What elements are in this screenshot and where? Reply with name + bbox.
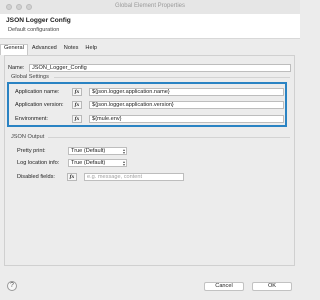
name-field[interactable]: JSON_Logger_Config (29, 64, 291, 72)
log-location-value: True (Default) (71, 160, 106, 166)
config-subtitle: Default configuration (8, 27, 60, 33)
config-title: JSON Logger Config (6, 17, 71, 24)
disabled-fields-label: Disabled fields: (17, 174, 55, 180)
dialog-header: JSON Logger Config Default configuration (0, 14, 300, 39)
log-location-label: Log location info: (17, 160, 60, 166)
application-name-label: Application name: (15, 89, 60, 95)
fx-icon[interactable]: fx (72, 101, 82, 109)
tab-help[interactable]: Help (82, 44, 100, 54)
tab-general[interactable]: General (0, 44, 28, 55)
title-bar: Global Element Properties (0, 0, 300, 15)
section-divider (54, 77, 290, 78)
tab-advanced[interactable]: Advanced (29, 44, 60, 54)
fx-icon[interactable]: fx (72, 88, 82, 96)
pretty-print-label: Pretty print: (17, 148, 46, 154)
help-icon[interactable]: ? (7, 281, 17, 291)
environment-field[interactable]: ${mule.env} (89, 115, 284, 123)
application-version-label: Application version: (15, 102, 64, 108)
disabled-fields-input[interactable]: e.g. message, content (84, 173, 184, 181)
pretty-print-value: True (Default) (71, 148, 106, 154)
log-location-select[interactable]: True (Default) ▴ ▾ (68, 159, 127, 167)
select-arrows-icon: ▴ ▾ (122, 147, 125, 155)
application-name-field[interactable]: ${json.logger.application.name} (89, 88, 284, 96)
json-output-heading: JSON Output (11, 134, 45, 140)
tab-notes[interactable]: Notes (61, 44, 82, 54)
name-label: Name: (8, 65, 25, 71)
select-arrows-icon: ▴ ▾ (122, 159, 125, 167)
environment-label: Environment: (15, 116, 48, 122)
window-title: Global Element Properties (114, 3, 186, 9)
global-settings-heading: Global Settings (11, 74, 49, 80)
section-divider (48, 137, 290, 138)
cancel-button[interactable]: Cancel (204, 282, 244, 291)
application-version-field[interactable]: ${json.logger.application.version} (89, 101, 284, 109)
pretty-print-select[interactable]: True (Default) ▴ ▾ (68, 147, 127, 155)
fx-icon[interactable]: fx (67, 173, 77, 181)
ok-button[interactable]: OK (252, 282, 292, 291)
fx-icon[interactable]: fx (72, 115, 82, 123)
dialog-window: Global Element Properties JSON Logger Co… (0, 0, 300, 300)
